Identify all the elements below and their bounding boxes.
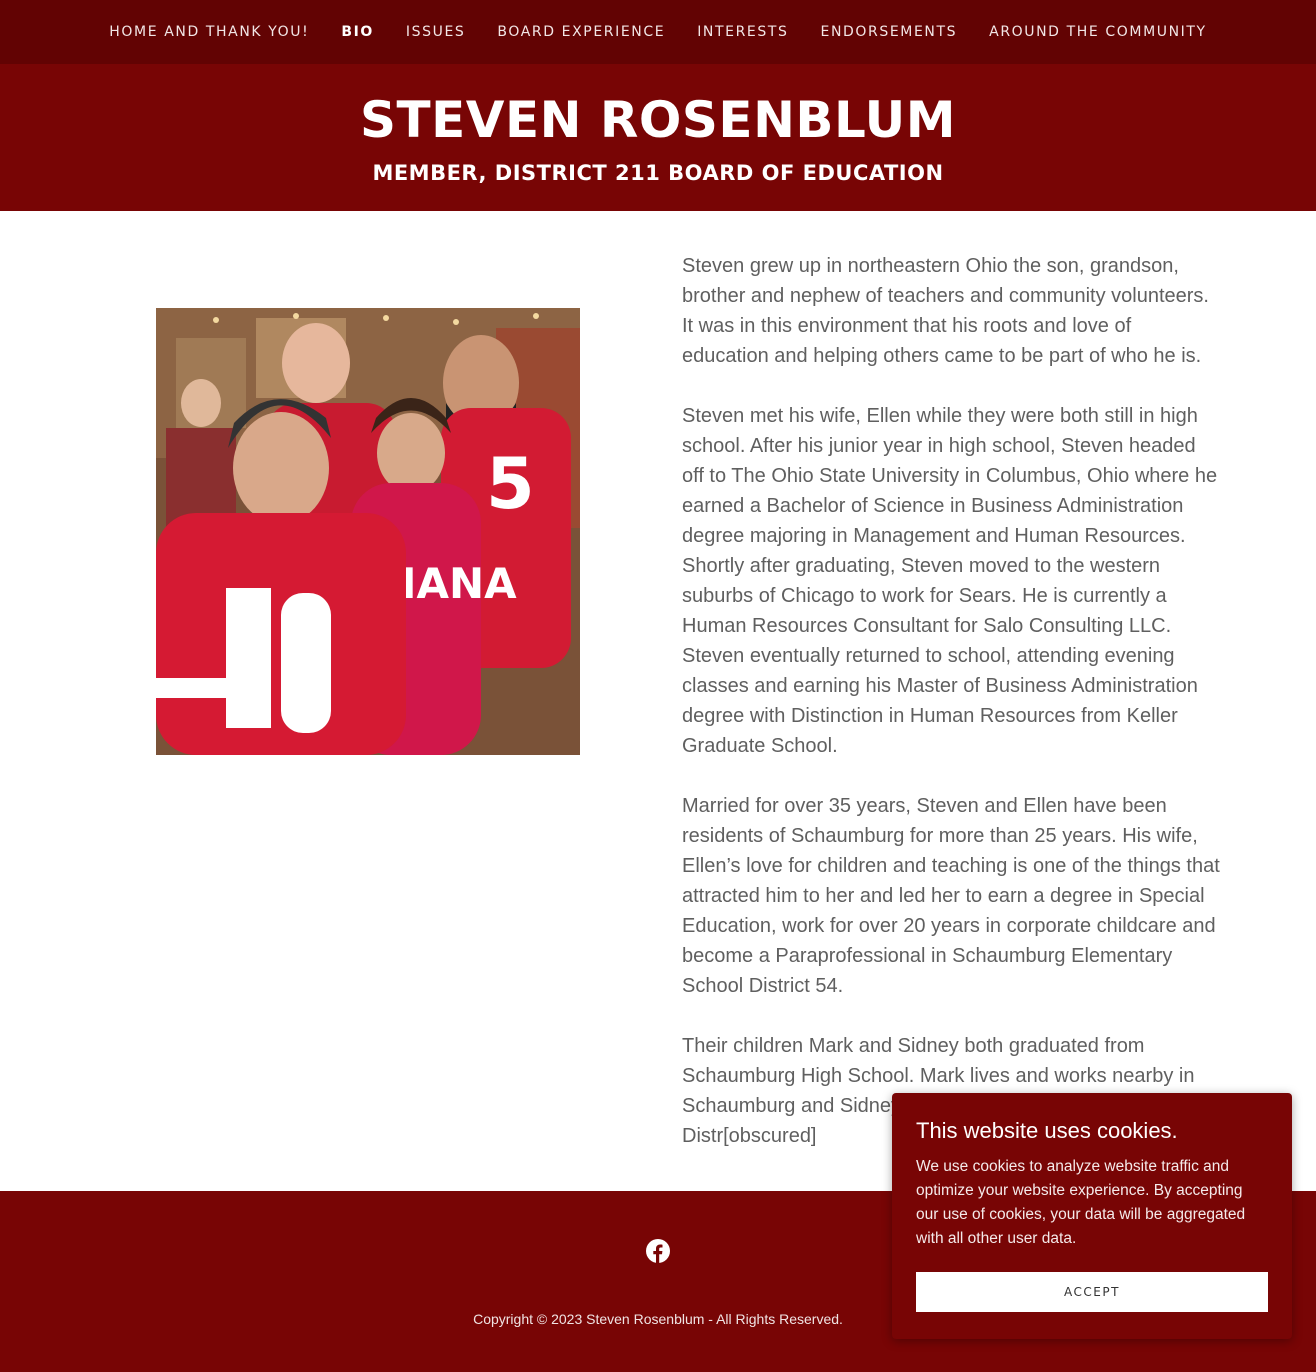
nav-item-around-the-community[interactable]: AROUND THE COMMUNITY [989, 24, 1207, 40]
bio-paragraph: Steven grew up in northeastern Ohio the … [682, 255, 1209, 367]
hero-banner: STEVEN ROSENBLUM MEMBER, DISTRICT 211 BO… [0, 64, 1316, 211]
cookie-message: We use cookies to analyze website traffi… [916, 1158, 1246, 1247]
bio-paragraph: Married for over 35 years, Steven and El… [682, 795, 1220, 997]
family-photo: 5 DIANA [156, 308, 580, 755]
page-title: STEVEN ROSENBLUM [360, 91, 956, 149]
bio-text: Steven grew up in northeastern Ohio the … [682, 251, 1222, 1181]
facebook-icon[interactable] [646, 1239, 670, 1263]
accept-cookies-button[interactable]: ACCEPT [916, 1272, 1268, 1312]
nav-item-endorsements[interactable]: ENDORSEMENTS [821, 24, 958, 40]
bio-paragraph: Steven met his wife, Ellen while they we… [682, 405, 1218, 757]
page-subtitle: MEMBER, DISTRICT 211 BOARD OF EDUCATION [372, 161, 944, 185]
nav-item-issues[interactable]: ISSUES [406, 24, 465, 40]
svg-text:5: 5 [486, 443, 535, 525]
nav-item-board-experience[interactable]: BOARD EXPERIENCE [497, 24, 665, 40]
top-navigation: HOME AND THANK YOU! BIO ISSUES BOARD EXP… [0, 0, 1316, 64]
cookie-banner: This website uses cookies. We use cookie… [892, 1093, 1292, 1339]
nav-item-bio[interactable]: BIO [341, 24, 374, 40]
cookie-title: This website uses cookies. [916, 1118, 1178, 1143]
nav-item-home[interactable]: HOME AND THANK YOU! [109, 24, 309, 40]
nav-item-interests[interactable]: INTERESTS [697, 24, 788, 40]
